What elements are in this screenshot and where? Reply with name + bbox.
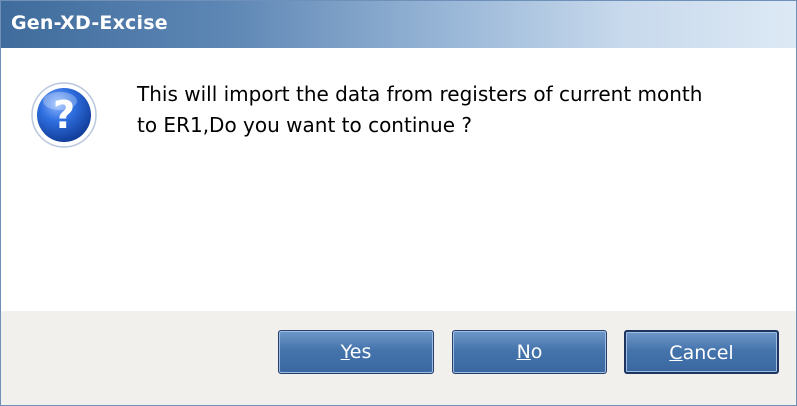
yes-button-label: es	[349, 341, 372, 363]
cancel-button-mnemonic: C	[669, 342, 683, 364]
svg-text:?: ?	[53, 93, 75, 137]
cancel-button-label: ancel	[682, 342, 734, 364]
button-bar: Yes No Cancel	[1, 311, 796, 405]
message-dialog: Gen-XD-Excise ? This will import the dat…	[0, 0, 797, 406]
title-bar[interactable]: Gen-XD-Excise	[1, 1, 796, 48]
yes-button[interactable]: Yes	[278, 330, 434, 374]
no-button-label: o	[530, 341, 543, 363]
yes-button-mnemonic: Y	[340, 341, 350, 363]
dialog-content: ? This will import the data from registe…	[1, 48, 796, 311]
cancel-button[interactable]: Cancel	[624, 330, 779, 374]
no-button-mnemonic: N	[516, 341, 531, 363]
dialog-title: Gen-XD-Excise	[11, 12, 168, 34]
dialog-message: This will import the data from registers…	[137, 82, 703, 137]
question-icon: ?	[31, 82, 97, 148]
no-button[interactable]: No	[452, 330, 607, 374]
